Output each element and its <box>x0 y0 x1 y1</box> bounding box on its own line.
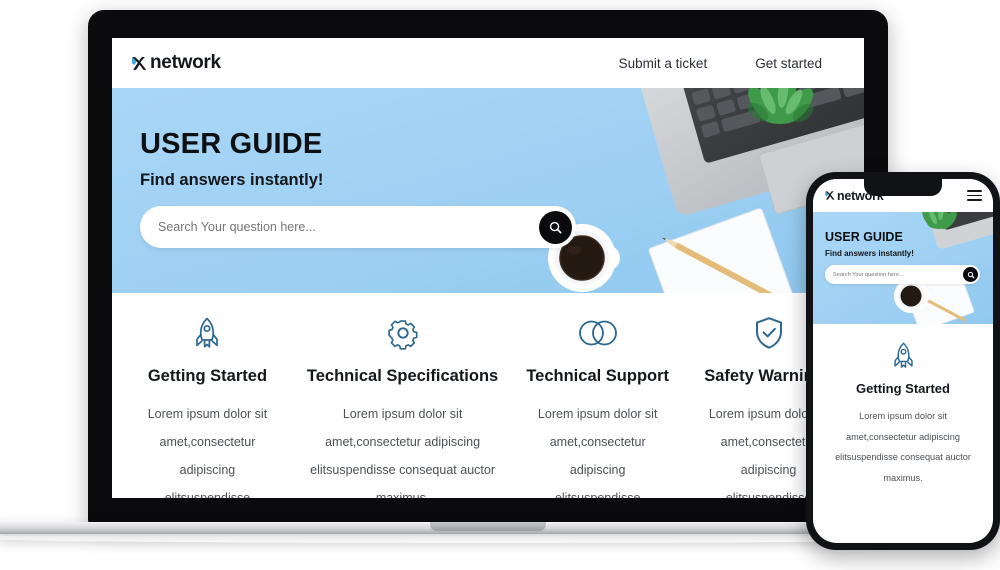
laptop-screen: network Submit a ticket Get started USER… <box>112 38 864 498</box>
card-body: Lorem ipsum dolor sit amet,consectetur a… <box>310 407 495 498</box>
search-icon <box>549 221 562 233</box>
mobile-hero-subtitle: Find answers instantly! <box>825 249 914 258</box>
card-title: Technical Support <box>526 367 670 385</box>
card-icon-wrap <box>136 315 279 351</box>
card-icon-wrap <box>307 315 498 351</box>
nav-links: Submit a ticket Get started <box>619 56 844 71</box>
search-input[interactable] <box>158 220 539 234</box>
card-title: Technical Specifications <box>306 367 499 385</box>
card-body: Lorem ipsum dolor sit amet,consectetur a… <box>147 407 268 498</box>
mobile-search-input[interactable] <box>833 271 963 278</box>
phone-mockup: network USER GUIDE Find answers instantl… <box>806 172 1000 550</box>
mobile-card-title: Getting Started <box>856 381 950 396</box>
card-icon-wrap <box>827 340 979 370</box>
feature-cards: Getting Started Lorem ipsum dolor sit am… <box>112 293 864 498</box>
brand-name: network <box>150 52 221 73</box>
nav-link-submit-a-ticket[interactable]: Submit a ticket <box>619 56 708 71</box>
navbar: network Submit a ticket Get started <box>112 38 864 88</box>
mobile-hero-title: USER GUIDE <box>825 230 903 244</box>
desktop-site: network Submit a ticket Get started USER… <box>112 38 864 498</box>
shield-check-icon <box>755 317 782 349</box>
phone-notch <box>864 179 942 196</box>
x-logo-icon <box>131 56 147 70</box>
mobile-feature-card-getting-started[interactable]: Getting Started Lorem ipsum dolor sit am… <box>813 324 993 489</box>
hero-content: USER GUIDE Find answers instantly! <box>112 88 864 248</box>
mobile-card-body: Lorem ipsum dolor sit amet,consectetur a… <box>835 411 971 484</box>
card-icon-wrap <box>526 315 669 351</box>
search-button[interactable] <box>539 210 572 244</box>
search-icon <box>967 271 974 278</box>
hamburger-menu-icon[interactable] <box>967 190 982 201</box>
laptop-base-notch <box>430 522 546 531</box>
card-title: Getting Started <box>147 367 268 385</box>
feature-card-technical-specifications[interactable]: Technical Specifications Lorem ipsum dol… <box>293 315 512 498</box>
feature-card-technical-support[interactable]: Technical Support Lorem ipsum dolor sit … <box>512 315 683 498</box>
feature-card-getting-started[interactable]: Getting Started Lorem ipsum dolor sit am… <box>122 315 293 498</box>
phone-frame: network USER GUIDE Find answers instantl… <box>806 172 1000 550</box>
mobile-search-bar[interactable] <box>825 265 980 284</box>
brand-logo[interactable]: network <box>130 52 221 74</box>
gear-icon <box>387 320 418 350</box>
nav-link-get-started[interactable]: Get started <box>755 56 822 71</box>
mockup-stage: network Submit a ticket Get started USER… <box>0 0 1000 570</box>
rocket-icon <box>893 342 913 368</box>
mobile-search-button[interactable] <box>963 267 978 282</box>
burger-line <box>967 194 982 197</box>
hero-search-bar[interactable] <box>140 206 576 248</box>
mobile-hero-content: USER GUIDE Find answers instantly! <box>813 212 993 284</box>
hero-section: USER GUIDE Find answers instantly! <box>112 88 864 293</box>
burger-line <box>967 199 982 201</box>
burger-line <box>967 190 982 192</box>
hero-subtitle: Find answers instantly! <box>140 171 324 189</box>
phone-screen: network USER GUIDE Find answers instantl… <box>813 179 993 543</box>
venn-circles-icon <box>578 320 617 346</box>
rocket-icon <box>196 317 219 348</box>
hero-title: USER GUIDE <box>140 128 323 160</box>
laptop-mockup: network Submit a ticket Get started USER… <box>0 10 992 543</box>
card-body: Lorem ipsum dolor sit amet,consectetur a… <box>537 407 658 498</box>
mobile-hero-section: USER GUIDE Find answers instantly! <box>813 212 993 324</box>
